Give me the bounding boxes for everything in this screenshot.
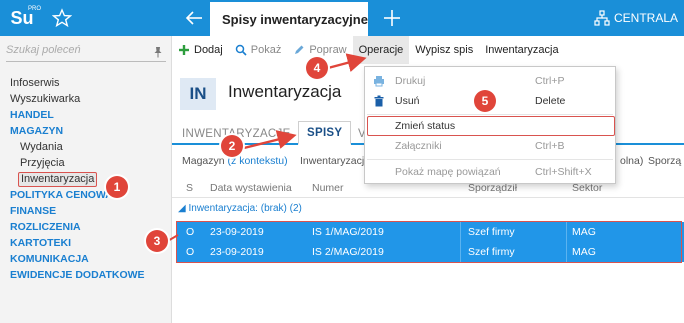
new-tab-plus-icon[interactable] xyxy=(382,8,402,28)
add-button[interactable]: Dodaj xyxy=(172,36,229,64)
sidebar-section-kartoteki[interactable]: KARTOTEKI xyxy=(10,235,145,251)
star-icon[interactable] xyxy=(52,8,72,28)
operations-label: Operacje xyxy=(358,44,404,56)
menu-item-relation-map[interactable]: Pokaż mapę powiązań Ctrl+Shift+X xyxy=(365,162,615,182)
menu-separator xyxy=(367,159,613,160)
app-logo[interactable]: Su PRO xyxy=(0,0,44,36)
show-button[interactable]: Pokaż xyxy=(229,36,288,64)
menu-item-relation-map-label: Pokaż mapę powiązań xyxy=(395,166,501,178)
sidebar-section-ewidencje-dodatkowe[interactable]: EWIDENCJE DODATKOWE xyxy=(10,267,145,283)
write-list-button[interactable]: Wypisz spis xyxy=(409,36,479,64)
menu-item-delete-shortcut: Delete xyxy=(535,95,566,107)
callout-4: 4 xyxy=(306,57,328,79)
search-input[interactable] xyxy=(6,44,146,56)
inventory-label: Inwentaryzacja xyxy=(485,44,559,56)
menu-item-print[interactable]: Drukuj Ctrl+P xyxy=(365,71,615,91)
pin-icon[interactable] xyxy=(152,46,164,58)
menu-item-delete-label: Usuń xyxy=(395,95,420,107)
operations-dropdown: Drukuj Ctrl+P Usuń Delete Zmień status Z… xyxy=(364,66,616,184)
sidebar-section-finanse[interactable]: FINANSE xyxy=(10,203,145,219)
col-issue-date[interactable]: Data wystawienia xyxy=(210,182,292,194)
callout-2: 2 xyxy=(221,135,243,157)
sidebar: Infoserwis Wyszukiwarka HANDEL MAGAZYN W… xyxy=(0,36,172,323)
printer-icon xyxy=(374,76,384,87)
warehouse-filter-label: Magazyn xyxy=(182,155,225,167)
plus-icon xyxy=(179,45,189,55)
tab-spisy-inwentaryzacyjne[interactable]: Spisy inwentaryzacyjne xyxy=(210,0,368,36)
pencil-icon xyxy=(295,45,304,54)
edit-label: Popraw xyxy=(309,44,347,56)
sidebar-section-magazyn[interactable]: MAGAZYN xyxy=(10,123,145,139)
sidebar-item-inwentaryzacja[interactable]: Inwentaryzacja xyxy=(18,172,98,187)
callout-1: 1 xyxy=(106,176,128,198)
sidebar-item-infoserwis[interactable]: Infoserwis xyxy=(10,75,145,91)
trash-icon xyxy=(374,95,384,107)
menu-item-print-label: Drukuj xyxy=(395,75,426,87)
group-value: (brak) (2) xyxy=(260,203,302,214)
filter-truncated-2[interactable]: Sporzą xyxy=(648,155,681,167)
group-collapse-icon[interactable]: ◢ xyxy=(178,203,186,214)
toolbar: Dodaj Pokaż Popraw Operacje Wypisz spis … xyxy=(172,36,684,64)
page-title: Inwentaryzacja xyxy=(228,82,342,101)
callout-3: 3 xyxy=(146,230,168,252)
selection-highlight-frame xyxy=(176,221,682,263)
menu-item-relation-map-shortcut: Ctrl+Shift+X xyxy=(535,166,592,178)
inventory-button[interactable]: Inwentaryzacja xyxy=(479,36,564,64)
module-badge: IN xyxy=(180,78,216,110)
menu-item-attachments-shortcut: Ctrl+B xyxy=(535,140,565,152)
operations-menu-button[interactable]: Operacje xyxy=(352,36,410,64)
callout-5: 5 xyxy=(474,90,496,112)
filter-truncated-1[interactable]: olna) xyxy=(620,155,643,167)
back-arrow-icon[interactable] xyxy=(184,8,204,28)
sidebar-item-wydania[interactable]: Wydania xyxy=(10,139,145,155)
sidebar-section-rozliczenia[interactable]: ROZLICZENIA xyxy=(10,219,145,235)
menu-item-attachments[interactable]: Załączniki Ctrl+B xyxy=(365,136,615,156)
top-bar: Su PRO Spisy inwentaryzacyjne CENTRALA xyxy=(0,0,684,36)
group-label: Inwentaryzacja: xyxy=(188,203,258,214)
organization-icon xyxy=(594,10,610,26)
inventory-filter-label[interactable]: Inwentaryzacj xyxy=(300,155,364,167)
write-list-label: Wypisz spis xyxy=(415,44,474,56)
warehouse-filter[interactable]: Magazyn (z kontekstu) xyxy=(182,155,288,167)
tab-spisy[interactable]: SPISY xyxy=(298,121,352,145)
menu-item-print-shortcut: Ctrl+P xyxy=(535,75,565,87)
sidebar-item-przyjecia[interactable]: Przyjęcia xyxy=(10,155,145,171)
show-label: Pokaż xyxy=(250,44,282,56)
menu-item-attachments-label: Załączniki xyxy=(395,140,442,152)
company-name: CENTRALA xyxy=(613,11,678,25)
sidebar-section-handel[interactable]: HANDEL xyxy=(10,107,145,123)
sidebar-section-komunikacja[interactable]: KOMUNIKACJA xyxy=(10,251,145,267)
company-selector[interactable]: CENTRALA xyxy=(594,0,678,36)
sidebar-item-wyszukiwarka[interactable]: Wyszukiwarka xyxy=(10,91,145,107)
group-row[interactable]: ◢ Inwentaryzacja: (brak) (2) xyxy=(172,203,684,219)
warehouse-filter-value[interactable]: (z kontekstu) xyxy=(228,155,288,167)
col-status[interactable]: S xyxy=(186,182,193,194)
add-label: Dodaj xyxy=(194,44,223,56)
col-number[interactable]: Numer xyxy=(312,182,344,194)
logo-badge: PRO xyxy=(28,6,42,12)
magnifier-icon xyxy=(235,44,247,56)
change-status-highlight-frame xyxy=(367,116,615,136)
menu-separator xyxy=(367,114,613,115)
command-search xyxy=(6,44,166,62)
